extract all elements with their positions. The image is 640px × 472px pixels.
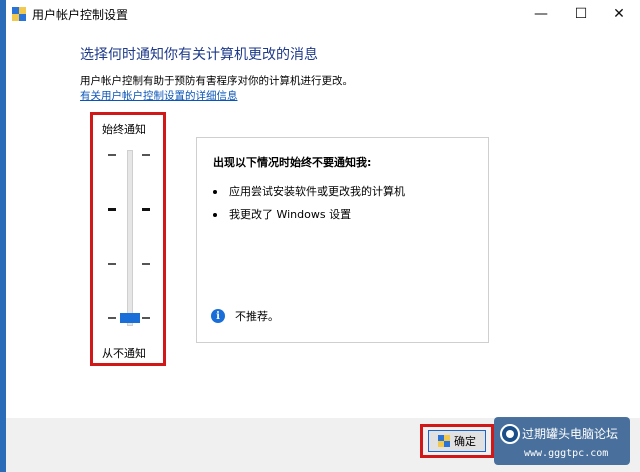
ok-label: 确定 xyxy=(454,435,476,448)
description-text: 用户帐户控制有助于预防有害程序对你的计算机进行更改。 xyxy=(80,75,353,87)
info-bullet: 应用尝试安装软件或更改我的计算机 xyxy=(213,183,405,199)
uac-settings-window: 用户帐户控制设置 — ☐ ✕ 选择何时通知你有关计算机更改的消息 用户帐户控制有… xyxy=(6,0,640,472)
slider-tick xyxy=(142,317,150,319)
slider-tick xyxy=(142,208,150,211)
not-recommended-note: i 不推荐。 xyxy=(211,308,279,324)
slider-top-label: 始终通知 xyxy=(102,123,146,136)
ok-button[interactable]: 确定 xyxy=(428,430,486,452)
uac-info-link[interactable]: 有关用户帐户控制设置的详细信息 xyxy=(80,88,238,103)
close-button[interactable]: ✕ xyxy=(596,0,640,28)
uac-shield-icon xyxy=(12,7,26,21)
info-bullet: 我更改了 Windows 设置 xyxy=(213,206,351,222)
window-title: 用户帐户控制设置 xyxy=(32,8,129,22)
slider-tick xyxy=(142,154,150,156)
slider-track[interactable] xyxy=(127,150,133,326)
info-panel-title: 出现以下情况时始终不要通知我: xyxy=(213,156,372,169)
slider-tick xyxy=(108,154,116,156)
minimize-icon: — xyxy=(534,6,548,22)
title-bar: 用户帐户控制设置 — ☐ ✕ xyxy=(6,0,640,28)
watermark-url: www.gggtpc.com xyxy=(524,448,609,459)
bullet-dot-icon xyxy=(213,213,217,217)
slider-tick xyxy=(108,317,116,319)
close-icon: ✕ xyxy=(613,6,625,22)
info-icon: i xyxy=(211,309,225,323)
forum-watermark: 过期罐头电脑论坛 www.gggtpc.com xyxy=(494,417,630,465)
note-text: 不推荐。 xyxy=(235,310,279,323)
page-heading: 选择何时通知你有关计算机更改的消息 xyxy=(80,47,318,63)
info-bullet-text: 应用尝试安装软件或更改我的计算机 xyxy=(229,185,405,198)
bullet-dot-icon xyxy=(213,190,217,194)
slider-tick xyxy=(108,263,116,265)
forum-logo-icon xyxy=(500,424,520,444)
slider-tick xyxy=(108,208,116,211)
slider-bottom-label: 从不通知 xyxy=(102,347,146,360)
slider-thumb[interactable] xyxy=(120,313,140,323)
uac-shield-icon xyxy=(438,435,450,447)
watermark-text: 过期罐头电脑论坛 xyxy=(522,427,619,441)
info-panel: 出现以下情况时始终不要通知我: 应用尝试安装软件或更改我的计算机 我更改了 Wi… xyxy=(196,137,489,343)
maximize-icon: ☐ xyxy=(574,6,588,22)
info-bullet-text: 我更改了 Windows 设置 xyxy=(229,208,352,221)
slider-tick xyxy=(142,263,150,265)
